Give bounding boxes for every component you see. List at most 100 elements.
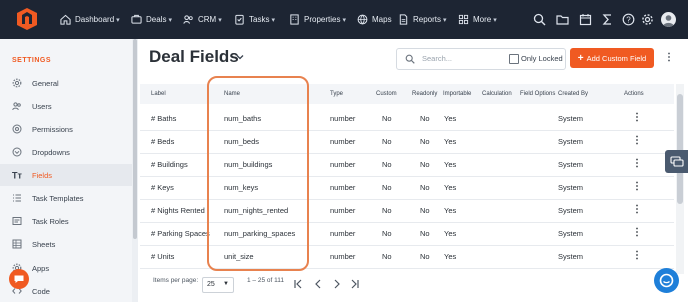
cell-importable: Yes (444, 206, 457, 215)
table-scrollbar[interactable] (676, 84, 684, 274)
nav-label: Dashboard (75, 15, 115, 24)
page-title: Deal Fields (149, 47, 239, 66)
folder-icon[interactable] (556, 13, 569, 26)
scrollbar-thumb[interactable] (133, 39, 137, 239)
cell-importable: Yes (444, 137, 457, 146)
items-per-page-value: 25 (207, 281, 215, 288)
column-header-calculation[interactable]: Calculation (482, 91, 512, 97)
last-page-icon[interactable] (350, 279, 360, 289)
nav-properties[interactable]: Properties ▾ (289, 0, 346, 39)
cell-importable: Yes (444, 229, 457, 238)
row-actions-icon[interactable]: ⋮ (632, 158, 642, 170)
cell-readonly: No (420, 229, 430, 238)
app-logo-icon[interactable] (16, 7, 38, 31)
help-icon[interactable]: ? (622, 13, 635, 26)
sidebar-item-dropdowns[interactable]: Dropdowns (0, 141, 132, 163)
chevron-down-icon: ▾ (218, 16, 222, 24)
search-box[interactable]: Search... Only Locked (396, 48, 566, 70)
cell-type: number (330, 206, 356, 215)
chevron-down-icon: ▾ (443, 16, 447, 24)
cell-type: number (330, 229, 356, 238)
chevron-down-icon[interactable] (236, 54, 244, 60)
column-header-type[interactable]: Type (330, 91, 343, 97)
items-per-page-select[interactable]: 25 ▼ (202, 277, 234, 293)
avatar[interactable] (661, 12, 676, 27)
cell-created-by: System (558, 160, 584, 169)
cell-importable: Yes (444, 160, 457, 169)
cell-custom: No (382, 160, 392, 169)
search-input[interactable]: Search... (422, 54, 452, 63)
row-actions-icon[interactable]: ⋮ (632, 250, 642, 262)
row-actions-icon[interactable]: ⋮ (632, 135, 642, 147)
nav-maps[interactable]: Maps (357, 0, 392, 39)
scrollbar-thumb[interactable] (677, 94, 683, 204)
next-page-icon[interactable] (332, 279, 342, 289)
sidebar-item-task-roles[interactable]: Task Roles (0, 210, 132, 232)
chat-button[interactable] (9, 269, 29, 289)
sidebar-item-label: General (32, 78, 59, 88)
search-icon[interactable] (533, 13, 546, 26)
row-actions-icon[interactable]: ⋮ (632, 227, 642, 239)
only-locked-checkbox[interactable] (509, 54, 519, 64)
cell-type: number (330, 114, 356, 123)
sidebar-item-general[interactable]: General (0, 72, 132, 94)
previous-page-icon[interactable] (313, 279, 323, 289)
cell-created-by: System (558, 137, 584, 146)
properties-icon (290, 14, 299, 25)
text-fields-icon: Tт (12, 171, 22, 181)
chevron-down-icon: ▾ (271, 16, 275, 24)
chat-icon (659, 273, 674, 288)
sidebar-item-users[interactable]: Users (0, 95, 132, 117)
support-chat-button[interactable] (654, 268, 679, 293)
side-panel-toggle[interactable] (665, 150, 688, 173)
add-custom-field-button[interactable]: + Add Custom Field (570, 48, 654, 68)
calendar-icon[interactable] (579, 13, 592, 26)
users-icon (12, 102, 21, 111)
svg-text:Tт: Tт (12, 171, 22, 181)
column-header-created-by[interactable]: Created By (558, 91, 588, 97)
sheets-icon (12, 239, 22, 249)
permissions-icon (12, 124, 22, 134)
nav-tasks[interactable]: Tasks ▾ (234, 0, 275, 39)
cell-custom: No (382, 229, 392, 238)
chevron-down-icon: ▾ (168, 16, 172, 24)
column-header-importable[interactable]: Importable (443, 91, 471, 97)
cell-label: # Units (151, 252, 175, 261)
cell-importable: Yes (444, 252, 457, 261)
deals-icon (131, 14, 142, 24)
svg-text:?: ? (626, 15, 631, 24)
nav-reports[interactable]: Reports ▾ (398, 0, 447, 39)
cell-custom: No (382, 137, 392, 146)
row-actions-icon[interactable]: ⋮ (632, 204, 642, 216)
gear-icon[interactable] (641, 13, 654, 26)
more-options-icon[interactable]: ⋮ (664, 51, 674, 65)
cell-label: # Buildings (151, 160, 188, 169)
sidebar-item-permissions[interactable]: Permissions (0, 118, 132, 140)
nav-deals[interactable]: Deals ▾ (131, 0, 172, 39)
sidebar-item-task-templates[interactable]: Task Templates (0, 187, 132, 209)
column-header-field-options[interactable]: Field Options (520, 91, 555, 97)
cell-created-by: System (558, 206, 584, 215)
nav-more[interactable]: More ▾ (458, 0, 497, 39)
cell-readonly: No (420, 137, 430, 146)
sidebar-item-fields[interactable]: Tт Fields (0, 164, 132, 186)
maps-icon (357, 14, 368, 25)
tasks-icon (235, 14, 244, 25)
column-header-custom[interactable]: Custom (376, 91, 397, 97)
sidebar-scrollbar[interactable] (132, 39, 138, 302)
cell-readonly: No (420, 252, 430, 261)
home-icon (60, 14, 71, 25)
sidebar-item-sheets[interactable]: Sheets (0, 233, 132, 255)
column-header-readonly[interactable]: Readonly (412, 91, 437, 97)
cell-readonly: No (420, 160, 430, 169)
nav-dashboard[interactable]: Dashboard ▾ (60, 0, 120, 39)
row-actions-icon[interactable]: ⋮ (632, 181, 642, 193)
column-header-label[interactable]: Label (151, 91, 166, 97)
first-page-icon[interactable] (293, 279, 303, 289)
reports-icon (399, 14, 408, 25)
sigma-icon[interactable] (601, 13, 614, 26)
add-button-label: Add Custom Field (586, 53, 647, 63)
nav-label: Reports (413, 15, 442, 24)
row-actions-icon[interactable]: ⋮ (632, 112, 642, 124)
nav-crm[interactable]: CRM ▾ (183, 0, 222, 39)
